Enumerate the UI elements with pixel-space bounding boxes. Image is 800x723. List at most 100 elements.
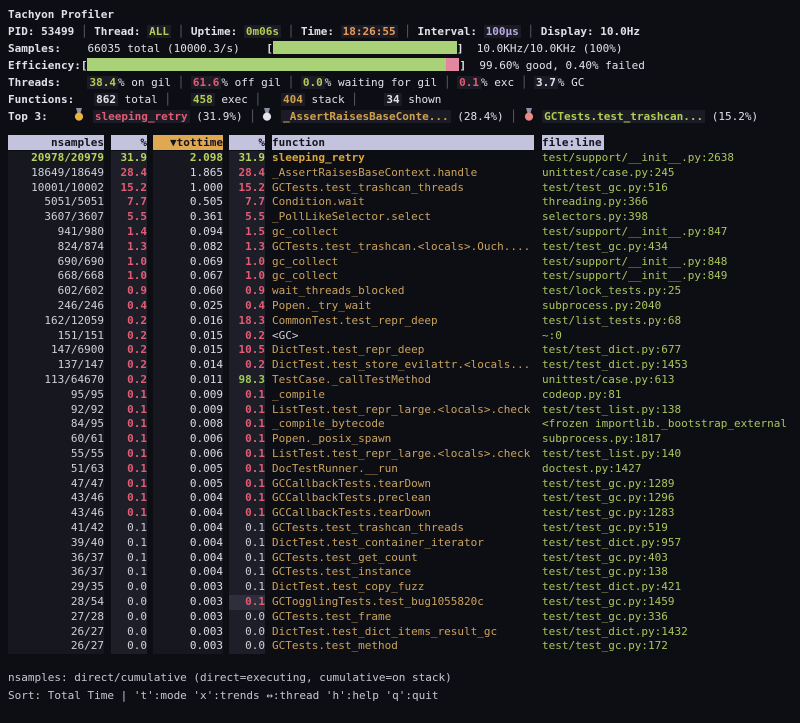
table-row[interactable]: 60/610.10.0060.1Popen._posix_spawnsubpro…	[8, 432, 800, 447]
cell-file-line: test/test_gc.py:403	[542, 551, 800, 566]
cell-tottime: 0.082	[153, 240, 223, 255]
table-row[interactable]: 18649/1864928.41.86528.4_AssertRaisesBas…	[8, 166, 800, 181]
table-row[interactable]: 55/550.10.0060.1ListTest.test_repr_large…	[8, 447, 800, 462]
table-row[interactable]: 10001/1000215.21.00015.2GCTests.test_tra…	[8, 181, 800, 196]
cell-file-line: test/test_gc.py:336	[542, 610, 800, 625]
table-row[interactable]: 41/420.10.0040.1GCTests.test_trashcan_th…	[8, 521, 800, 536]
table-body: 20978/2097931.92.09831.9sleeping_retryte…	[8, 151, 800, 654]
cell-tottime: 1.865	[153, 166, 223, 181]
cell-function: DictTest.test_repr_deep	[272, 343, 534, 358]
cell-pct-cumulative: 0.0	[229, 610, 265, 625]
table-row[interactable]: 162/120590.20.01618.3CommonTest.test_rep…	[8, 314, 800, 329]
table-row[interactable]: 246/2460.40.0250.4Popen._try_waitsubproc…	[8, 299, 800, 314]
cell-pct-direct: 15.2	[111, 181, 147, 196]
cell-nsamples: 29/35	[8, 580, 104, 595]
cell-pct-cumulative: 0.0	[229, 625, 265, 640]
cell-file-line: test/test_gc.py:519	[542, 521, 800, 536]
table-row[interactable]: 43/460.10.0040.1GCCallbackTests.preclean…	[8, 491, 800, 506]
medal-icon	[524, 108, 536, 126]
cell-tottime: 0.025	[153, 299, 223, 314]
column-header-nsamples[interactable]: nsamples	[8, 135, 104, 150]
cell-nsamples: 51/63	[8, 462, 104, 477]
table-row[interactable]: 668/6681.00.0671.0gc_collecttest/support…	[8, 269, 800, 284]
cell-function: Popen._posix_spawn	[272, 432, 534, 447]
cell-pct-cumulative: 0.1	[229, 506, 265, 521]
cell-pct-direct: 1.3	[111, 240, 147, 255]
column-header-function[interactable]: function	[272, 135, 534, 150]
cell-pct-cumulative: 0.2	[229, 329, 265, 344]
cell-tottime: 0.003	[153, 639, 223, 654]
cell-file-line: test/list_tests.py:68	[542, 314, 800, 329]
table-row[interactable]: 113/646700.20.01198.3TestCase._callTestM…	[8, 373, 800, 388]
table-row[interactable]: 36/370.10.0040.1GCTests.test_get_countte…	[8, 551, 800, 566]
cell-function: DictTest.test_copy_fuzz	[272, 580, 534, 595]
cell-function: DocTestRunner.__run	[272, 462, 534, 477]
cell-file-line: test/support/__init__.py:848	[542, 255, 800, 270]
cell-pct-cumulative: 1.0	[229, 255, 265, 270]
functions-line: Functions: 862 total │ 458 exec │ 404 st…	[8, 91, 800, 108]
cell-tottime: 0.094	[153, 225, 223, 240]
cell-nsamples: 137/147	[8, 358, 104, 373]
cell-nsamples: 26/27	[8, 639, 104, 654]
cell-nsamples: 162/12059	[8, 314, 104, 329]
table-row[interactable]: 36/370.10.0040.1GCTests.test_instancetes…	[8, 565, 800, 580]
table-row[interactable]: 29/350.00.0030.1DictTest.test_copy_fuzzt…	[8, 580, 800, 595]
column-header-file-line[interactable]: file:line	[542, 135, 604, 150]
cell-pct-direct: 1.4	[111, 225, 147, 240]
cell-tottime: 0.060	[153, 284, 223, 299]
table-row[interactable]: 941/9801.40.0941.5gc_collecttest/support…	[8, 225, 800, 240]
table-row[interactable]: 26/270.00.0030.0GCTests.test_methodtest/…	[8, 639, 800, 654]
table-row[interactable]: 28/540.00.0030.1GCTogglingTests.test_bug…	[8, 595, 800, 610]
cell-tottime: 0.009	[153, 403, 223, 418]
cell-tottime: 0.003	[153, 580, 223, 595]
cell-nsamples: 27/28	[8, 610, 104, 625]
table-row[interactable]: 43/460.10.0040.1GCCallbackTests.tearDown…	[8, 506, 800, 521]
status-line: PID: 53499 │ Thread: ALL │ Uptime: 0m06s…	[8, 23, 800, 40]
table-row[interactable]: 5051/50517.70.5057.7Condition.waitthread…	[8, 195, 800, 210]
cell-pct-cumulative: 0.1	[229, 462, 265, 477]
cell-pct-direct: 0.1	[111, 417, 147, 432]
cell-file-line: subprocess.py:1817	[542, 432, 800, 447]
cell-function: CommonTest.test_repr_deep	[272, 314, 534, 329]
table-row[interactable]: 92/920.10.0090.1ListTest.test_repr_large…	[8, 403, 800, 418]
cell-pct-direct: 0.1	[111, 447, 147, 462]
cell-pct-direct: 28.4	[111, 166, 147, 181]
table-row[interactable]: 39/400.10.0040.1DictTest.test_container_…	[8, 536, 800, 551]
cell-function: gc_collect	[272, 255, 534, 270]
table-row[interactable]: 51/630.10.0050.1DocTestRunner.__rundocte…	[8, 462, 800, 477]
table-row[interactable]: 27/280.00.0030.0GCTests.test_frametest/t…	[8, 610, 800, 625]
cell-pct-cumulative: 0.9	[229, 284, 265, 299]
table-row[interactable]: 95/950.10.0090.1_compilecodeop.py:81	[8, 388, 800, 403]
table-row[interactable]: 26/270.00.0030.0DictTest.test_dict_items…	[8, 625, 800, 640]
column-header-tottime[interactable]: ▼tottime	[153, 135, 223, 150]
table-row[interactable]: 690/6901.00.0691.0gc_collecttest/support…	[8, 255, 800, 270]
cell-tottime: 0.006	[153, 447, 223, 462]
cell-file-line: ~:0	[542, 329, 800, 344]
cell-nsamples: 95/95	[8, 388, 104, 403]
column-header-pct-cumulative[interactable]: %	[229, 135, 265, 150]
cell-pct-cumulative: 0.1	[229, 551, 265, 566]
cell-pct-direct: 7.7	[111, 195, 147, 210]
cell-file-line: test/test_gc.py:138	[542, 565, 800, 580]
cell-file-line: test/support/__init__.py:849	[542, 269, 800, 284]
table-row[interactable]: 151/1510.20.0150.2<GC>~:0	[8, 329, 800, 344]
table-row[interactable]: 147/69000.20.01510.5DictTest.test_repr_d…	[8, 343, 800, 358]
table-row[interactable]: 602/6020.90.0600.9wait_threads_blockedte…	[8, 284, 800, 299]
cell-nsamples: 43/46	[8, 506, 104, 521]
cell-nsamples: 26/27	[8, 625, 104, 640]
cell-nsamples: 20978/20979	[8, 151, 104, 166]
cell-tottime: 0.005	[153, 462, 223, 477]
cell-pct-direct: 0.1	[111, 403, 147, 418]
table-row[interactable]: 137/1470.20.0140.2DictTest.test_store_ev…	[8, 358, 800, 373]
cell-nsamples: 18649/18649	[8, 166, 104, 181]
cell-pct-cumulative: 15.2	[229, 181, 265, 196]
table-row[interactable]: 47/470.10.0050.1GCCallbackTests.tearDown…	[8, 477, 800, 492]
table-row[interactable]: 84/950.10.0080.1_compile_bytecode<frozen…	[8, 417, 800, 432]
cell-tottime: 0.003	[153, 625, 223, 640]
table-row[interactable]: 3607/36075.50.3615.5_PollLikeSelector.se…	[8, 210, 800, 225]
table-row[interactable]: 20978/2097931.92.09831.9sleeping_retryte…	[8, 151, 800, 166]
cell-nsamples: 246/246	[8, 299, 104, 314]
table-row[interactable]: 824/8741.30.0821.3GCTests.test_trashcan.…	[8, 240, 800, 255]
column-header-pct-direct[interactable]: %	[111, 135, 147, 150]
cell-pct-direct: 0.2	[111, 358, 147, 373]
